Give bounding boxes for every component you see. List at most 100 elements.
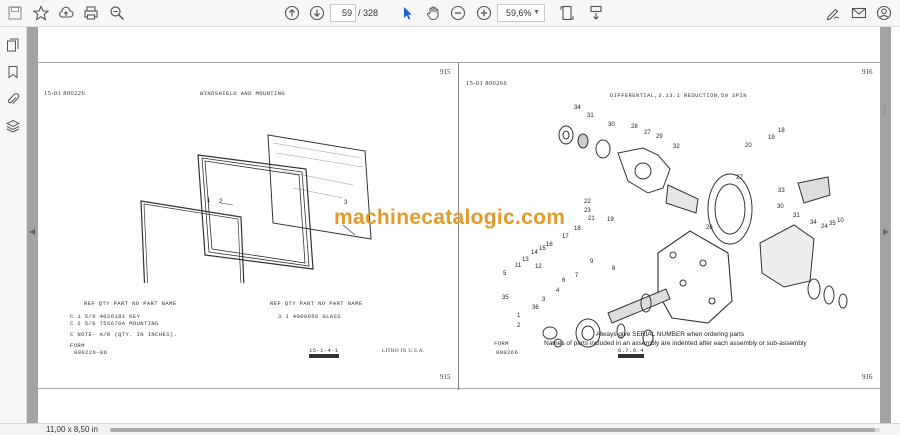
page-down-icon[interactable] [306,3,328,23]
page-size-label: 11,00 x 8,50 in [46,425,98,434]
document-spread: 915 15-01 800226 WINDSHIELD AND MOUNTING… [38,62,880,390]
scroll-left-icon[interactable]: ◀ [29,227,35,236]
attachment-icon[interactable] [4,90,22,108]
diff-callout-9: 9 [590,259,594,265]
upload-icon[interactable] [55,3,77,23]
diff-callout-3: 3 [542,297,546,303]
bookmark-icon[interactable] [4,63,22,81]
scroll-mode-icon[interactable] [585,3,607,23]
left-page-header-title: WINDSHIELD AND MOUNTING [200,90,286,97]
diff-callout-21: 21 [588,216,595,222]
litho-label: LITHO IN U.S.A. [382,349,425,354]
zoom-level-select[interactable]: 59,6% ▼ [497,4,545,22]
diff-callout-15: 15 [539,246,546,252]
diff-callout-35a: 35 [829,221,836,227]
account-icon[interactable] [873,3,895,23]
diff-callout-14: 14 [531,250,538,256]
left-page-header-code: 15-01 800226 [44,90,86,97]
save-icon[interactable] [4,3,26,23]
right-ref-code-bar [618,354,644,358]
horizontal-scrollbar[interactable] [110,428,880,432]
diff-callout-33: 33 [778,188,785,194]
print-icon[interactable] [80,3,102,23]
edit-sign-icon[interactable] [822,3,844,23]
zoom-out-icon[interactable] [447,3,469,23]
select-arrow-icon[interactable] [396,3,418,23]
left-page-note: C NOTE- A/R (QTY. IN INCHES). [70,331,178,338]
hand-icon[interactable] [422,3,444,23]
vertical-scrollbar-thumb[interactable] [883,104,886,116]
diff-callout-29: 29 [656,134,663,140]
diff-callout-32: 32 [673,144,680,150]
layers-icon[interactable] [4,117,22,135]
diff-callout-30: 30 [608,122,615,128]
zoom-search-icon[interactable] [106,3,128,23]
ref-code-bar [309,354,339,358]
diff-callout-28: 28 [631,124,638,130]
diff-callout-26: 26 [706,225,713,231]
left-page-number-bottom: 915 [440,373,451,381]
diff-callout-18a: 18 [778,128,785,134]
callout-1: 1 [207,198,211,204]
left-table-header-right: REF QTY PART NO PART NAME [270,300,363,307]
diff-callout-6: 6 [562,278,566,284]
left-table-row-1: C 1 5/6 4026181 KEY [70,313,141,320]
mail-icon[interactable] [848,3,870,23]
serial-number-note: Always give SERIAL NUMBER when ordering … [596,331,745,338]
left-table-row-right: 3 1 4000656 GLASS [278,313,341,320]
callout-2: 2 [219,199,223,205]
diff-callout-34b: 34 [810,220,817,226]
diff-callout-10: 10 [837,218,844,224]
previous-page-strip [38,27,880,62]
watermark-text: machinecatalogic.com [334,206,566,229]
diff-callout-7: 7 [575,273,579,279]
page-total-label: / 328 [358,8,379,18]
diff-callout-36: 36 [532,305,539,311]
diff-callout-11: 11 [515,263,522,269]
left-side-panel [0,27,27,423]
diff-callout-16: 16 [546,242,553,248]
page-number-input[interactable]: 59 [330,4,356,22]
diff-callout-19a: 19 [768,135,775,141]
pages-icon[interactable] [4,36,22,54]
diff-callout-23: 23 [584,208,591,214]
diff-callout-20: 20 [745,143,752,149]
assembly-indent-note: Names of parts included in an assembly a… [544,340,807,347]
document-viewport[interactable]: ◀ ▶ 915 15-01 800226 WINDSHIELD AND MOUN… [27,27,891,423]
left-form-code: 800226-86 [74,349,108,356]
diff-callout-34: 34 [574,105,581,111]
zoom-level-value: 59,6% [506,8,532,18]
bookmark-star-icon[interactable] [30,3,52,23]
zoom-in-icon[interactable] [473,3,495,23]
main-toolbar: 59 / 328 59,6% ▼ [0,0,900,27]
diff-callout-22: 22 [584,199,591,205]
right-form-code: 800266 [496,349,519,356]
diff-callout-8: 8 [612,266,616,272]
left-ref-code: 15-1-4-1 [309,347,339,354]
diff-callout-30b: 30 [777,204,784,210]
next-page-strip [38,389,880,423]
left-form-label: FORM [70,342,85,349]
right-page-header-code: 15-01 800266 [466,80,508,87]
diff-callout-19b: 19 [607,217,614,223]
page-up-icon[interactable] [281,3,303,23]
fit-page-icon[interactable] [556,3,578,23]
left-table-row-2: C 2 5/6 755676A MOUNTING [70,320,159,327]
status-bar: 11,00 x 8,50 in [0,423,900,435]
right-ref-code: 8.7.0.4 [618,347,644,354]
diff-callout-12: 12 [535,264,542,270]
diff-callout-18b: 18 [574,226,581,232]
left-table-header: REF QTY PART NO PART NAME [84,300,177,307]
diff-callout-13: 13 [522,257,529,263]
diff-callout-31: 31 [587,113,594,119]
diff-callout-1: 1 [517,313,521,319]
chevron-down-icon: ▼ [533,9,540,16]
diff-callout-2: 2 [517,323,521,329]
diff-callout-27a: 27 [644,130,651,136]
diff-callout-4: 4 [556,288,560,294]
diff-callout-27b: 27 [736,175,743,181]
scroll-right-icon[interactable]: ▶ [883,227,889,236]
horizontal-scrollbar-thumb[interactable] [110,428,875,432]
diff-callout-24: 24 [821,224,828,230]
diff-callout-35b: 35 [502,295,509,301]
